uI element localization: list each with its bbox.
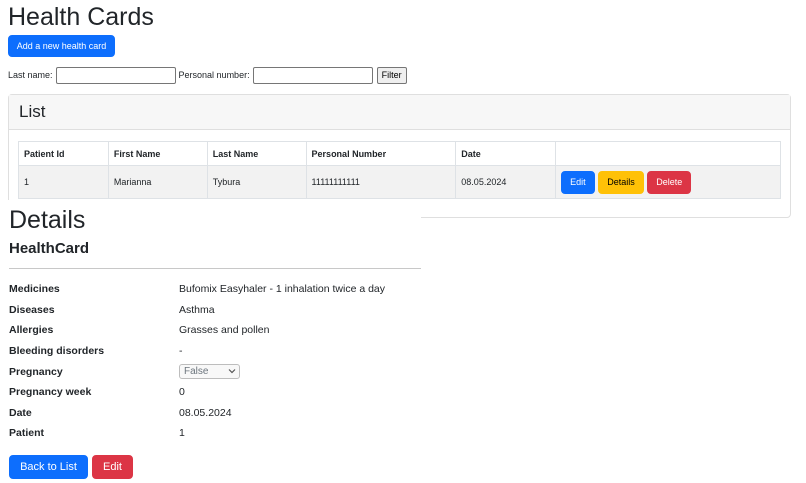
page-title: Health Cards bbox=[8, 3, 154, 31]
detail-value: - bbox=[179, 345, 183, 358]
back-to-list-button[interactable]: Back to List bbox=[9, 455, 88, 479]
row-delete-button[interactable]: Delete bbox=[647, 170, 692, 194]
column-header-date: Date bbox=[455, 141, 557, 166]
detail-label: Pregnancy week bbox=[9, 386, 92, 399]
detail-value: 1 bbox=[179, 427, 185, 440]
detail-value-wrap: False bbox=[179, 364, 421, 380]
last-name-label: Last name: bbox=[8, 70, 53, 80]
detail-row-patient: Patient 1 bbox=[9, 423, 421, 444]
detail-row-pregnancy: Pregnancy False bbox=[9, 361, 421, 382]
detail-value: 08.05.2024 bbox=[179, 406, 232, 419]
column-header-last-name: Last Name bbox=[206, 141, 307, 166]
cell-personal-number: 11111111111 bbox=[305, 165, 457, 199]
table-row: 1 Marianna Tybura 11111111111 08.05.2024… bbox=[18, 165, 781, 199]
detail-value: Bufomix Easyhaler - 1 inhalation twice a… bbox=[179, 283, 386, 296]
cell-date: 08.05.2024 bbox=[455, 165, 557, 199]
detail-label: Allergies bbox=[9, 324, 54, 337]
detail-label: Diseases bbox=[9, 303, 55, 316]
detail-row-allergies: Allergies Grasses and pollen bbox=[9, 320, 421, 341]
detail-row-date: Date 08.05.2024 bbox=[9, 403, 421, 424]
detail-row-pregnancy-week: Pregnancy week 0 bbox=[9, 382, 421, 403]
filter-form: Last name: Personal number: Filter bbox=[8, 66, 407, 84]
column-header-actions bbox=[555, 141, 781, 166]
details-title: Details bbox=[9, 206, 86, 234]
personal-number-input[interactable] bbox=[252, 66, 373, 84]
details-divider bbox=[9, 268, 421, 269]
detail-label: Bleeding disorders bbox=[9, 345, 105, 358]
personal-number-label: Personal number: bbox=[178, 70, 250, 80]
detail-value: Asthma bbox=[179, 303, 215, 316]
cell-actions: Edit Details Delete bbox=[555, 165, 781, 199]
pregnancy-select[interactable]: False bbox=[179, 364, 240, 380]
detail-label: Medicines bbox=[9, 283, 60, 296]
row-edit-button[interactable]: Edit bbox=[561, 170, 595, 194]
detail-row-bleeding-disorders: Bleeding disorders - bbox=[9, 341, 421, 362]
chevron-down-icon bbox=[228, 367, 236, 376]
column-header-first-name: First Name bbox=[107, 141, 208, 166]
cell-last-name: Tybura bbox=[206, 165, 307, 199]
column-header-personal-number: Personal Number bbox=[305, 141, 457, 166]
detail-row-medicines: Medicines Bufomix Easyhaler - 1 inhalati… bbox=[9, 279, 421, 300]
last-name-input[interactable] bbox=[55, 66, 176, 84]
cell-first-name: Marianna bbox=[107, 165, 208, 199]
add-health-card-button[interactable]: Add a new health card bbox=[8, 35, 115, 57]
detail-row-diseases: Diseases Asthma bbox=[9, 300, 421, 321]
cell-patient-id: 1 bbox=[18, 165, 109, 199]
detail-value: Grasses and pollen bbox=[179, 324, 270, 337]
pregnancy-select-value: False bbox=[184, 366, 209, 378]
list-card-header: List bbox=[9, 95, 790, 130]
detail-label: Pregnancy bbox=[9, 365, 63, 378]
table-header-row: Patient Id First Name Last Name Personal… bbox=[18, 141, 781, 166]
details-subtitle: HealthCard bbox=[9, 240, 90, 257]
detail-label: Date bbox=[9, 406, 32, 419]
details-edit-button[interactable]: Edit bbox=[92, 455, 133, 479]
filter-button[interactable]: Filter bbox=[376, 66, 407, 84]
health-cards-table: Patient Id First Name Last Name Personal… bbox=[18, 141, 781, 199]
details-list: Medicines Bufomix Easyhaler - 1 inhalati… bbox=[9, 279, 421, 444]
detail-label: Patient bbox=[9, 427, 45, 440]
column-header-patient-id: Patient Id bbox=[18, 141, 109, 166]
row-details-button[interactable]: Details bbox=[598, 170, 644, 194]
detail-value: 0 bbox=[179, 386, 185, 399]
